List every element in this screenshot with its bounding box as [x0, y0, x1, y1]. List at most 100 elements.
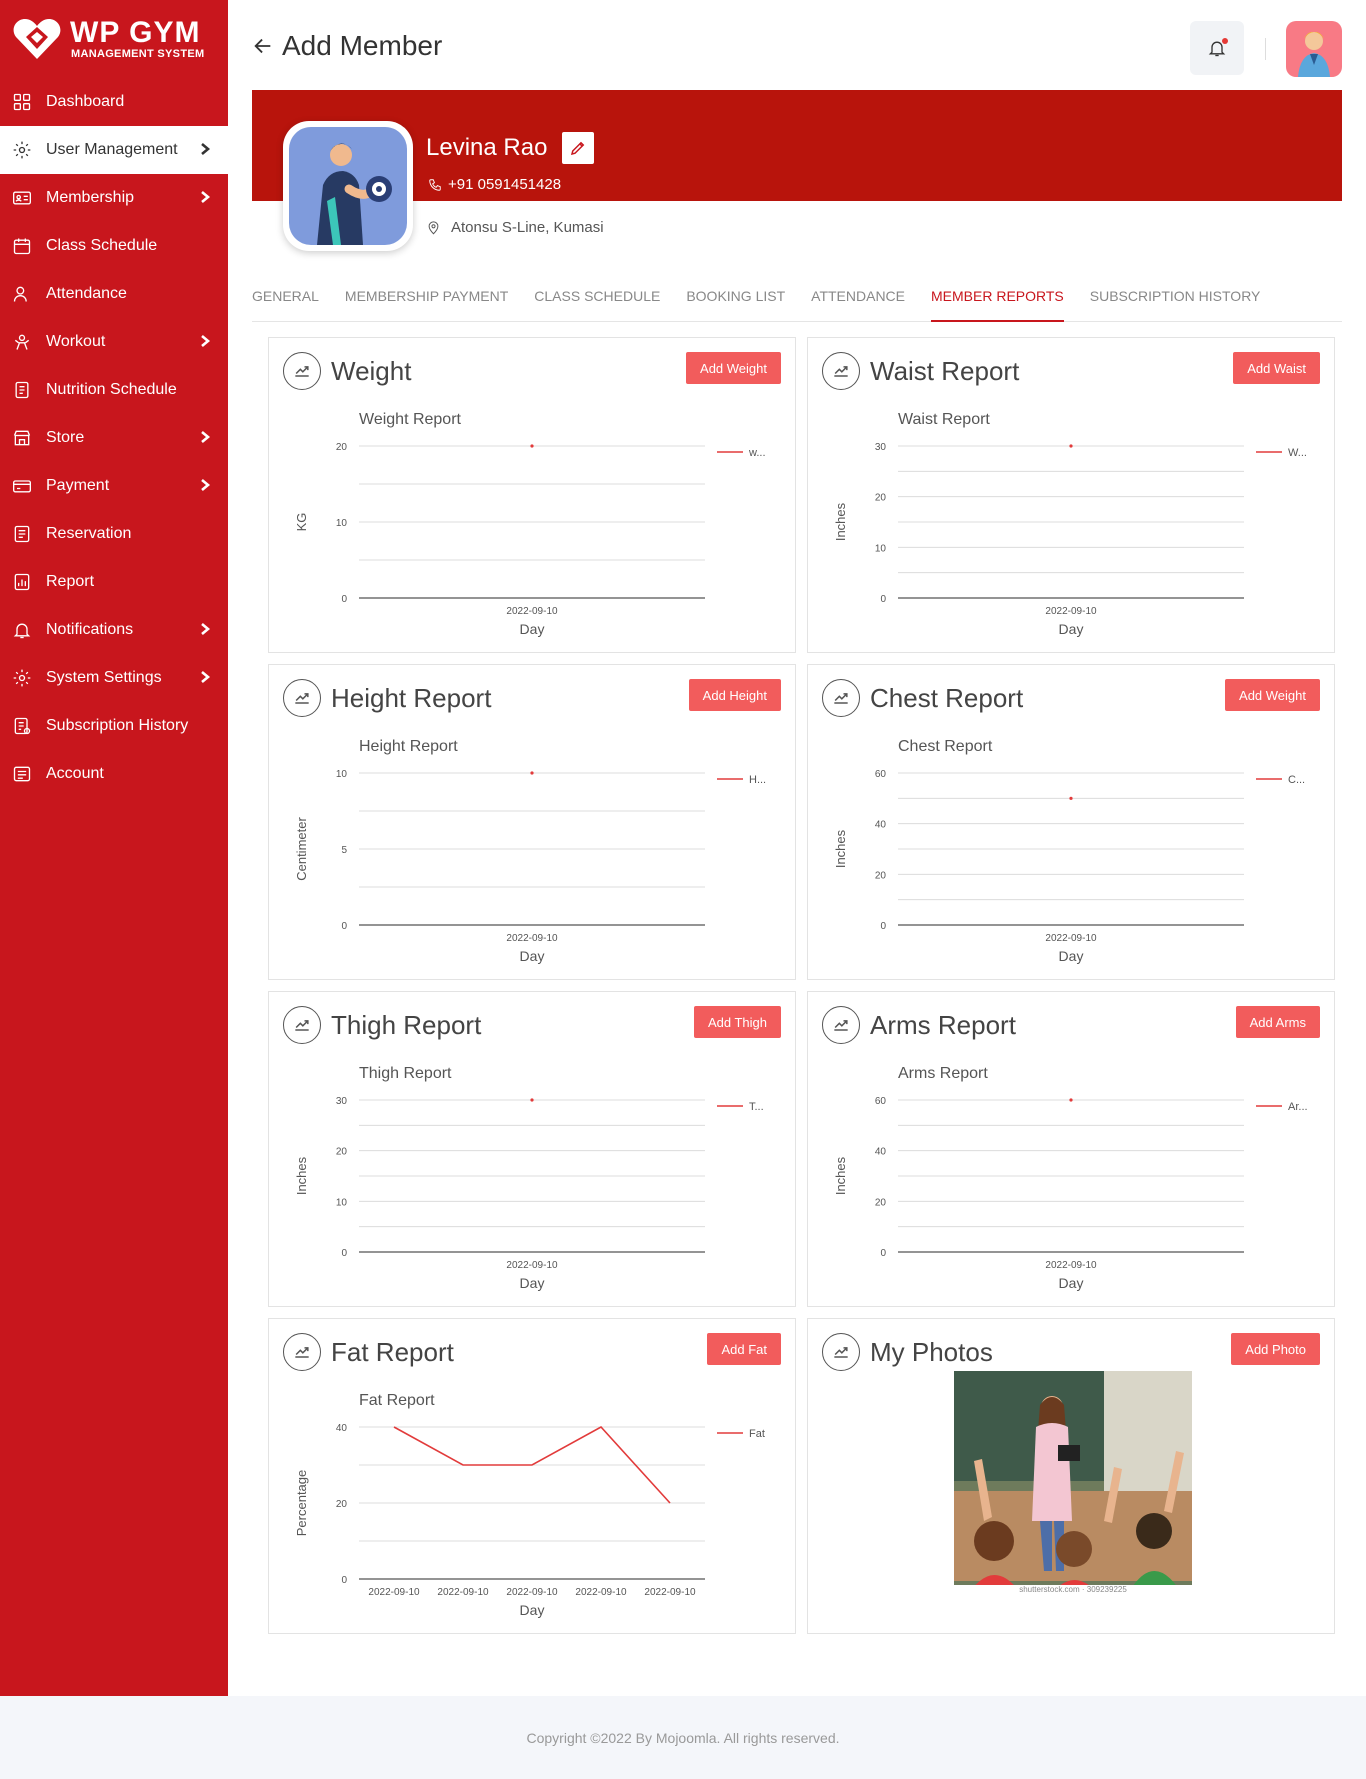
sidebar-item-class-schedule[interactable]: Class Schedule [0, 222, 228, 270]
profile-phone-text: +91 0591451428 [448, 176, 562, 193]
tab-attendance[interactable]: ATTENDANCE [811, 282, 905, 322]
card-header: Fat Report [283, 1333, 454, 1371]
sidebar-item-membership[interactable]: Membership [0, 174, 228, 222]
sidebar-item-label: User Management [46, 141, 178, 158]
back-arrow-icon[interactable] [252, 35, 274, 57]
chevron-right-icon [198, 622, 212, 636]
line-chart: Chest Report 0 20 40 60 2022-09-10 Day Inches C.… [833, 738, 1305, 964]
card-header: Height Report [283, 679, 491, 717]
x-axis-label: Day [520, 1602, 545, 1618]
sidebar: WP GYM MANAGEMENT SYSTEM Dashboard User M… [0, 0, 228, 1696]
member-photo[interactable]: shutterstock.com · 309239225 [954, 1371, 1192, 1601]
x-tick-label: 2022-09-10 [506, 1260, 558, 1271]
x-axis-label: Day [520, 948, 545, 964]
trend-chart-icon [822, 1333, 860, 1371]
trend-chart-icon [283, 679, 321, 717]
data-point [1069, 1098, 1073, 1102]
y-tick-label: 60 [875, 769, 887, 780]
y-axis-label: Inches [833, 502, 848, 541]
chevron-right-icon [198, 670, 212, 684]
sidebar-item-account[interactable]: Account [0, 750, 228, 798]
chart-title: Waist Report [898, 411, 990, 428]
x-axis-label: Day [520, 1275, 545, 1291]
legend-label: Ar... [1288, 1101, 1308, 1113]
sidebar-item-workout[interactable]: Workout [0, 318, 228, 366]
add-entry-button[interactable]: Add Weight [1225, 679, 1320, 711]
user-gear-icon [11, 139, 33, 161]
sidebar-item-label: Account [46, 765, 104, 782]
sidebar-item-system-settings[interactable]: System Settings [0, 654, 228, 702]
subscription-icon [11, 715, 33, 737]
card-title: Chest Report [870, 682, 1024, 713]
sidebar-item-label: Payment [46, 477, 110, 494]
x-axis-label: Day [1059, 1275, 1084, 1291]
edit-profile-button[interactable] [562, 132, 594, 164]
x-axis-label: Day [520, 621, 545, 637]
card-title: Thigh Report [331, 1009, 482, 1040]
card-header: Arms Report [822, 1006, 1016, 1044]
y-tick-label: 40 [336, 1423, 348, 1434]
add-entry-button[interactable]: Add Arms [1235, 1006, 1320, 1038]
profile-phone: +91 0591451428 [428, 176, 561, 193]
photo-caption: shutterstock.com · 309239225 [1019, 1585, 1127, 1594]
sidebar-item-reservation[interactable]: Reservation [0, 510, 228, 558]
sidebar-item-user-management[interactable]: User Management [0, 126, 228, 174]
add-entry-button[interactable]: Add Photo [1231, 1333, 1320, 1365]
add-entry-button[interactable]: Add Thigh [693, 1006, 781, 1038]
sidebar-item-label: Attendance [46, 285, 127, 302]
y-tick-label: 0 [880, 1248, 886, 1259]
sidebar-item-payment[interactable]: Payment [0, 462, 228, 510]
payment-icon [11, 475, 33, 497]
profile-tabs: GENERAL MEMBERSHIP PAYMENT CLASS SCHEDULE B… [252, 282, 1342, 322]
y-tick-label: 20 [875, 1197, 887, 1208]
data-point [1069, 444, 1073, 448]
tab-member-reports[interactable]: MEMBER REPORTS [931, 282, 1064, 322]
x-tick-label: 2022-09-10 [1045, 1260, 1097, 1271]
tab-subscription-history[interactable]: SUBSCRIPTION HISTORY [1090, 282, 1261, 322]
y-tick-label: 60 [875, 1096, 887, 1107]
tab-membership-payment[interactable]: MEMBERSHIP PAYMENT [345, 282, 508, 322]
data-point [1069, 796, 1073, 800]
sidebar-item-store[interactable]: Store [0, 414, 228, 462]
brand[interactable]: WP GYM MANAGEMENT SYSTEM [0, 0, 228, 78]
report-icon [11, 571, 33, 593]
profile-address: Atonsu S-Line, Kumasi [426, 219, 604, 236]
y-tick-label: 0 [880, 594, 886, 605]
sidebar-item-attendance[interactable]: Attendance [0, 270, 228, 318]
notifications-button[interactable] [1190, 21, 1244, 75]
sidebar-item-report[interactable]: Report [0, 558, 228, 606]
location-pin-icon [428, 221, 439, 235]
line-chart: Weight Report 0 10 20 2022-09-10 Day KG w... [294, 411, 766, 637]
tab-general[interactable]: GENERAL [252, 282, 319, 322]
pencil-icon [570, 141, 585, 156]
x-tick-label: 2022-09-10 [368, 1587, 420, 1598]
sidebar-item-subscription-history[interactable]: Subscription History [0, 702, 228, 750]
y-tick-label: 20 [336, 1499, 348, 1510]
brand-title: WP GYM [70, 16, 201, 49]
line-chart: Waist Report 0 10 20 30 2022-09-10 Day Inches W.… [833, 411, 1307, 637]
sidebar-item-label: Nutrition Schedule [46, 381, 177, 398]
chevron-right-icon [198, 430, 212, 444]
card-title: My Photos [870, 1336, 993, 1367]
y-tick-label: 5 [341, 845, 347, 856]
y-axis-label: KG [294, 513, 309, 532]
add-entry-button[interactable]: Add Waist [1233, 352, 1320, 384]
add-entry-button[interactable]: Add Height [688, 679, 781, 711]
line-chart: Height Report 0 5 10 2022-09-10 Day Centimeter… [294, 738, 766, 964]
legend-label: w... [748, 447, 766, 459]
sidebar-item-dashboard[interactable]: Dashboard [0, 78, 228, 126]
tab-class-schedule[interactable]: CLASS SCHEDULE [534, 282, 660, 322]
add-entry-button[interactable]: Add Weight [686, 352, 781, 384]
line-chart: Thigh Report 0 10 20 30 2022-09-10 Day Inches T.… [294, 1065, 764, 1291]
sidebar-item-notifications[interactable]: Notifications [0, 606, 228, 654]
x-tick-label: 2022-09-10 [506, 606, 558, 617]
calendar-icon [11, 235, 33, 257]
sidebar-item-nutrition-schedule[interactable]: Nutrition Schedule [0, 366, 228, 414]
y-axis-label: Inches [833, 1156, 848, 1195]
user-avatar[interactable] [1286, 21, 1342, 77]
tab-booking-list[interactable]: BOOKING LIST [686, 282, 785, 322]
store-icon [11, 427, 33, 449]
add-entry-button[interactable]: Add Fat [707, 1333, 781, 1365]
card-header: Thigh Report [283, 1006, 481, 1044]
y-tick-label: 0 [341, 1575, 347, 1586]
